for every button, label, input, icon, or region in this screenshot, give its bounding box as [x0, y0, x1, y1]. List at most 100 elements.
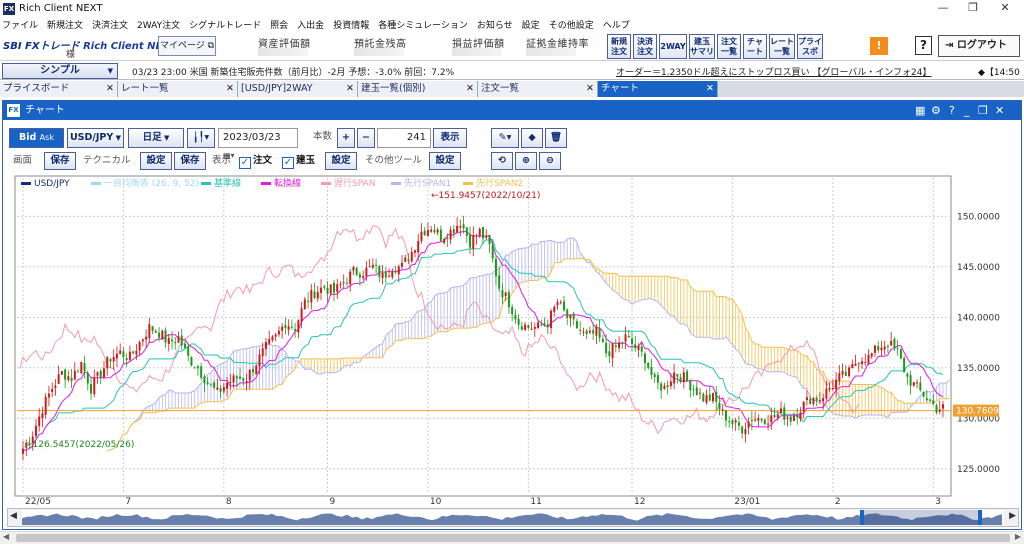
rate-list-button[interactable]: レート 一覧: [769, 34, 795, 59]
candle-body: [248, 369, 251, 381]
technical-save-button[interactable]: 保存: [174, 152, 206, 170]
candle-body: [252, 369, 254, 373]
close-order-button[interactable]: 決済 注文: [633, 34, 657, 59]
close-icon[interactable]: ✕: [226, 81, 234, 96]
position-summary-button[interactable]: 建玉 サマリ: [689, 34, 715, 59]
timeframe-select[interactable]: 日足 ▼: [128, 128, 184, 148]
reset-icon[interactable]: ⟲: [491, 152, 513, 170]
zoom-in-icon[interactable]: ⊕: [515, 152, 537, 170]
screen-save-button[interactable]: 保存: [44, 152, 76, 170]
menu-other-settings[interactable]: その他設定: [549, 18, 594, 31]
help-button[interactable]: ?: [915, 36, 932, 55]
menu-simulation[interactable]: 各種シミュレーション: [378, 18, 468, 31]
candle-body: [281, 326, 284, 331]
navigator-right-arrow[interactable]: ▶: [1009, 511, 1016, 521]
minimize-button[interactable]: —: [928, 0, 958, 17]
scroll-left-arrow[interactable]: ◀: [3, 532, 9, 541]
candle-body: [530, 328, 533, 330]
tab-rate-list[interactable]: レート一覧 ✕: [118, 81, 238, 97]
price-board-button[interactable]: プライ スボ: [797, 34, 823, 59]
legend-label: 先行SPAN1: [404, 177, 451, 189]
close-button[interactable]: ✕: [990, 0, 1020, 17]
close-icon[interactable]: ✕: [466, 81, 474, 96]
candle-body: [650, 366, 653, 375]
count-field[interactable]: 241: [377, 128, 431, 148]
help-icon[interactable]: ?: [949, 101, 955, 120]
economic-news[interactable]: 03/23 23:00 米国 新築住宅販売件数（前月比）-2月 予想：-3.0%…: [132, 65, 454, 78]
candle-body: [935, 405, 938, 413]
candle-body: [867, 354, 870, 364]
candle-body: [611, 343, 614, 359]
maximize-icon[interactable]: ❐: [978, 101, 988, 120]
news-ticker[interactable]: オーダー＝1.2350ドル超えにストップロス買い 【グローバル・インフォ24】: [616, 65, 931, 78]
mypage-button[interactable]: マイページ ⧉: [158, 36, 216, 56]
logout-button[interactable]: ⇥ ログアウト: [938, 35, 1020, 57]
tab-order-list[interactable]: 注文一覧 ✕: [478, 81, 598, 97]
candlestick-icon[interactable]: ╽╿▾: [187, 128, 215, 148]
count-decrease-button[interactable]: −: [357, 128, 375, 148]
candle-body: [34, 425, 37, 437]
horizontal-scrollbar[interactable]: ◀ ▶: [0, 531, 1024, 544]
gear-icon[interactable]: ⚙: [931, 101, 941, 120]
eraser-icon[interactable]: ◆: [521, 128, 543, 148]
close-icon[interactable]: ✕: [106, 81, 114, 96]
count-increase-button[interactable]: +: [337, 128, 355, 148]
candle-body: [310, 289, 313, 303]
menu-help[interactable]: ヘルプ: [603, 18, 630, 31]
minimize-icon[interactable]: _: [964, 101, 970, 120]
date-field[interactable]: 2023/03/23 ▦▾: [218, 128, 298, 160]
candle-body: [413, 250, 416, 253]
legend-swatch: [391, 182, 401, 185]
position-checkbox[interactable]: ✓ 建玉: [282, 152, 315, 170]
chevron-down-icon: ▼: [107, 67, 113, 75]
delete-icon[interactable]: 🗑: [545, 128, 567, 148]
candle-body: [122, 351, 125, 357]
candle-body: [294, 329, 297, 331]
navigator-left-arrow[interactable]: ◀: [10, 511, 17, 521]
draw-tool-icon[interactable]: ✎▾: [491, 128, 519, 148]
menu-close-order[interactable]: 決済注文: [92, 18, 128, 31]
candle-body: [485, 236, 488, 238]
2way-button[interactable]: 2WAY: [659, 34, 687, 59]
chart-navigator[interactable]: ◀ ▶: [7, 508, 1019, 527]
news-ticker-next[interactable]: ◆【14:50: [978, 65, 1020, 78]
menu-investment-info[interactable]: 投資情報: [333, 18, 369, 31]
candle-body: [511, 306, 514, 315]
menu-new-order[interactable]: 新規注文: [47, 18, 83, 31]
menu-inquiry[interactable]: 照会: [270, 18, 288, 31]
warning-icon[interactable]: !: [870, 37, 888, 55]
order-list-button[interactable]: 注文 一覧: [717, 34, 741, 59]
bid-ask-toggle[interactable]: Bid Ask: [9, 128, 64, 148]
tab-position-list[interactable]: 建玉一覧(個別) ✕: [358, 81, 478, 97]
menu-settings[interactable]: 設定: [522, 18, 540, 31]
close-icon[interactable]: ✕: [586, 81, 594, 96]
tab-2way[interactable]: [USD/JPY]2WAY ✕: [238, 81, 358, 97]
maximize-button[interactable]: ❐: [958, 0, 988, 17]
candle-body: [128, 351, 131, 360]
menu-notice[interactable]: お知らせ: [477, 18, 513, 31]
currency-pair-select[interactable]: USD/JPY ▼: [67, 128, 124, 148]
display-settings-button[interactable]: 設定: [325, 152, 357, 170]
candle-body: [925, 398, 928, 401]
display-button[interactable]: 表示: [433, 128, 467, 148]
close-icon[interactable]: ✕: [706, 81, 714, 96]
tab-price-board[interactable]: プライスボード ✕: [0, 81, 118, 97]
close-icon[interactable]: ✕: [995, 101, 1004, 120]
order-checkbox[interactable]: ✓ 注文: [239, 152, 272, 170]
menu-signal-trade[interactable]: シグナルトレード: [189, 18, 261, 31]
tab-chart[interactable]: チャート ✕: [598, 81, 718, 97]
chart-button[interactable]: チャ ート: [743, 34, 767, 59]
new-order-button[interactable]: 新規 注文: [607, 34, 631, 59]
layout-select[interactable]: シンプル ▼: [2, 63, 118, 79]
other-tools-settings-button[interactable]: 設定: [429, 152, 461, 170]
technical-settings-button[interactable]: 設定: [140, 152, 172, 170]
menu-2way-order[interactable]: 2WAY注文: [137, 18, 180, 31]
close-icon[interactable]: ✕: [346, 81, 354, 96]
menu-deposit[interactable]: 入出金: [297, 18, 324, 31]
scroll-thumb[interactable]: [16, 534, 1010, 542]
price-chart[interactable]: 125.0000130.0000135.0000140.0000145.0000…: [13, 174, 1013, 506]
menu-file[interactable]: ファイル: [2, 18, 38, 31]
scroll-right-arrow[interactable]: ▶: [1015, 532, 1021, 541]
zoom-out-icon[interactable]: ⊖: [539, 152, 561, 170]
layout-icon[interactable]: ▦: [915, 101, 925, 120]
